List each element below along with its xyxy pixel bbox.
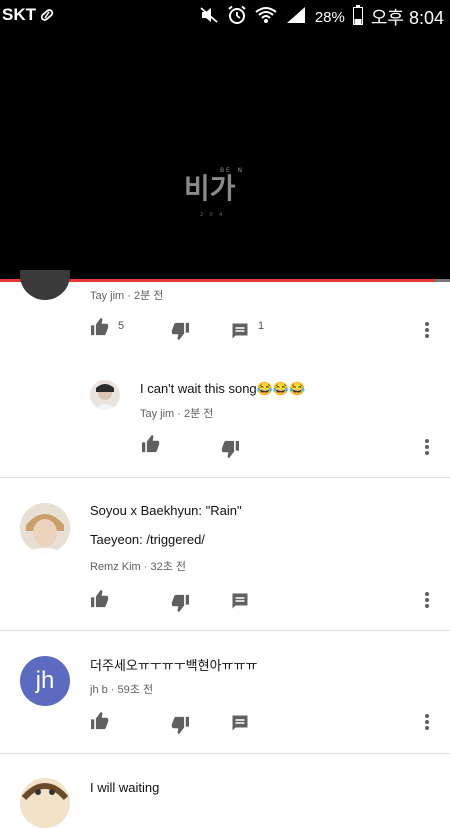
clock: 오후 8:04: [370, 8, 444, 28]
thumbs-down-icon[interactable]: [170, 716, 190, 738]
status-bar: SKT 28% 오후 8:04: [0, 0, 450, 30]
divider: [0, 753, 450, 754]
comment-author: Tay jim: [140, 408, 175, 420]
comment-meta: jh b · 59초 전: [90, 684, 154, 696]
comment-text: Taeyeon: /triggered/: [90, 532, 205, 547]
comment-author: Remz Kim: [90, 561, 141, 573]
comment-meta: Tay jim · 2분 전: [140, 408, 214, 420]
thumbs-up-icon[interactable]: [141, 435, 161, 457]
svg-text:2 0 4: 2 0 4: [200, 212, 222, 218]
comment-meta: Remz Kim · 32초 전: [90, 561, 187, 573]
svg-text:B E N: B E N: [220, 167, 242, 174]
comment-text: I can't wait this song😂😂😂: [140, 381, 306, 396]
divider: [0, 630, 450, 631]
video-title-logo: 비가 B E N 2 0 4: [184, 167, 242, 218]
avatar[interactable]: [20, 270, 70, 300]
thumbs-down-icon[interactable]: [220, 440, 240, 462]
more-options-icon[interactable]: [424, 438, 430, 460]
reply-count: 1: [258, 320, 265, 332]
comment-text: I will waiting: [90, 780, 160, 795]
alarm-icon: [227, 5, 247, 29]
comment-meta: Tay jim · 2분 전: [90, 290, 164, 302]
comment-text: 더주세오ㅠㅜㅠㅜ백현아ㅠㅠㅠ: [90, 658, 258, 673]
comment-time: 32초 전: [150, 561, 187, 573]
comment-author: jh b: [90, 684, 108, 696]
comment-author: Tay jim: [90, 290, 125, 302]
signal-icon: [285, 6, 307, 28]
more-options-icon[interactable]: [424, 713, 430, 735]
thumbs-up-icon[interactable]: [90, 712, 110, 734]
avatar[interactable]: [90, 380, 120, 410]
divider: [0, 477, 450, 478]
thumbs-up-icon[interactable]: [90, 318, 110, 340]
like-count: 5: [118, 320, 125, 332]
more-options-icon[interactable]: [424, 591, 430, 613]
avatar[interactable]: jh: [20, 656, 70, 706]
svg-text:비가: 비가: [184, 172, 236, 205]
thumbs-down-icon[interactable]: [170, 594, 190, 616]
video-player[interactable]: 비가 B E N 2 0 4: [0, 30, 450, 280]
thumbs-up-icon[interactable]: [90, 590, 110, 612]
reply-icon[interactable]: [231, 322, 249, 344]
video-progress-remaining[interactable]: [435, 279, 450, 282]
battery-icon: [352, 5, 363, 29]
avatar[interactable]: [20, 503, 70, 553]
pill-icon: [39, 7, 55, 27]
wifi-icon: [255, 6, 277, 28]
comment-time: 2분 전: [134, 290, 164, 302]
mute-icon: [199, 6, 219, 28]
thumbs-down-icon[interactable]: [170, 322, 190, 344]
carrier-name: SKT: [2, 5, 36, 24]
comment-time: 59초 전: [117, 684, 154, 696]
more-options-icon[interactable]: [424, 321, 430, 343]
avatar[interactable]: [20, 778, 70, 828]
reply-icon[interactable]: [231, 592, 249, 614]
battery-percent: 28%: [314, 8, 345, 26]
avatar-initials: jh: [35, 667, 55, 694]
comment-time: 2분 전: [184, 408, 214, 420]
reply-icon[interactable]: [231, 714, 249, 736]
comment-text: Soyou x Baekhyun: "Rain": [90, 503, 242, 518]
